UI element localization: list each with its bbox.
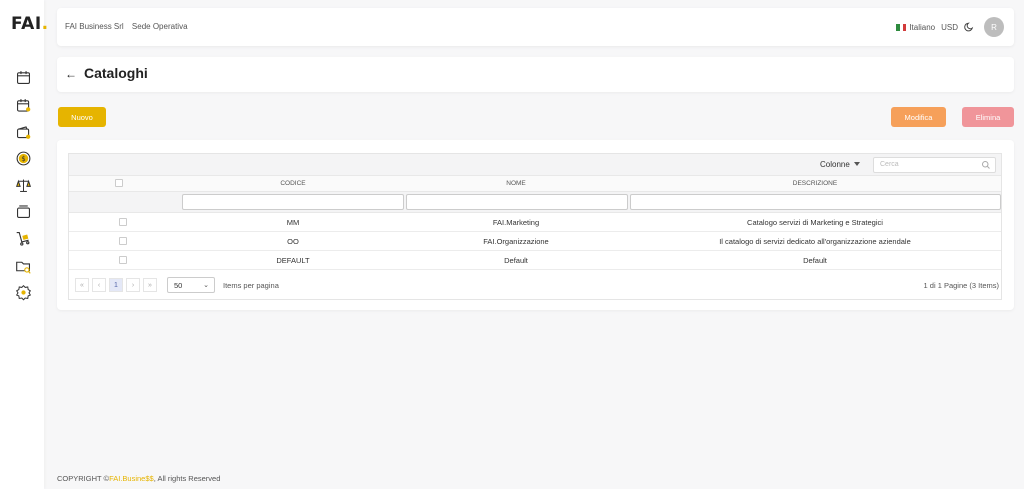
cell-name: FAI.Marketing bbox=[492, 218, 540, 227]
cell-code: DEFAULT bbox=[276, 256, 310, 265]
header-nome[interactable]: NOME bbox=[405, 180, 627, 187]
cell-description: Il catalogo di servizi dedicato all'orga… bbox=[719, 237, 911, 246]
wallet-icon[interactable] bbox=[15, 124, 32, 141]
last-page-button[interactable]: » bbox=[143, 278, 157, 292]
cell-description: Default bbox=[803, 256, 827, 265]
sidebar: FAI. $ bbox=[0, 0, 48, 489]
location-name[interactable]: Sede Operativa bbox=[132, 22, 188, 31]
svg-text:$: $ bbox=[21, 155, 25, 163]
cell-code: MM bbox=[286, 218, 300, 227]
caret-down-icon bbox=[853, 162, 860, 166]
chevron-down-icon: ⌄ bbox=[203, 282, 209, 289]
table-row[interactable]: DEFAULT Default Default bbox=[69, 251, 1001, 270]
user-avatar[interactable]: R bbox=[984, 17, 1004, 37]
table-row[interactable]: MM FAI.Marketing Catalogo servizi di Mar… bbox=[69, 213, 1001, 232]
back-arrow-icon[interactable]: ← bbox=[65, 67, 77, 81]
cell-description: Catalogo servizi di Marketing e Strategi… bbox=[747, 218, 883, 227]
page-1-button[interactable]: 1 bbox=[109, 278, 123, 292]
columns-dropdown[interactable]: Colonne bbox=[820, 160, 860, 169]
new-button[interactable]: Nuovo bbox=[58, 107, 106, 127]
breadcrumb: FAI Business Srl Sede Operativa bbox=[65, 22, 194, 31]
row-checkbox[interactable] bbox=[119, 218, 127, 226]
dark-mode-moon-icon[interactable] bbox=[964, 21, 975, 34]
prev-page-button[interactable]: ‹ bbox=[92, 278, 106, 292]
table-header: CODICE NOME DESCRIZIONE bbox=[69, 176, 1001, 192]
cell-name: Default bbox=[504, 256, 528, 265]
table-row[interactable]: OO FAI.Organizzazione Il catalogo di ser… bbox=[69, 232, 1001, 251]
currency-selector[interactable]: USD bbox=[941, 23, 958, 32]
page-title: Cataloghi bbox=[84, 65, 148, 81]
italy-flag-icon bbox=[896, 23, 907, 31]
page-header: ← Cataloghi bbox=[57, 57, 1014, 92]
pagination: « ‹ 1 › » 50 ⌄ Items per pagina 1 di 1 Pa… bbox=[69, 271, 1001, 299]
settings-icon[interactable] bbox=[15, 284, 32, 301]
footer-brand-link[interactable]: FAI.Busine$$ bbox=[109, 474, 154, 483]
filter-codice-input[interactable] bbox=[182, 194, 404, 210]
company-name[interactable]: FAI Business Srl bbox=[65, 22, 124, 31]
scale-icon[interactable] bbox=[15, 177, 32, 194]
first-page-button[interactable]: « bbox=[75, 278, 89, 292]
footer: COPYRIGHT ©FAI.Busine$$, All rights Rese… bbox=[57, 474, 221, 483]
cell-name: FAI.Organizzazione bbox=[483, 237, 549, 246]
language-selector[interactable]: Italiano bbox=[896, 23, 935, 32]
select-all-checkbox[interactable] bbox=[115, 179, 123, 187]
cart-icon[interactable] bbox=[15, 230, 32, 247]
row-checkbox[interactable] bbox=[119, 256, 127, 264]
grid-toolbar: Colonne Cerca bbox=[69, 154, 1001, 176]
top-bar: FAI Business Srl Sede Operativa Italiano… bbox=[57, 8, 1014, 46]
delete-button[interactable]: Elimina bbox=[962, 107, 1014, 127]
items-per-page-label: Items per pagina bbox=[223, 281, 279, 290]
header-codice[interactable]: CODICE bbox=[182, 180, 404, 187]
search-input[interactable]: Cerca bbox=[873, 157, 996, 173]
folder-search-icon[interactable] bbox=[15, 258, 32, 275]
catalog-grid: Colonne Cerca CODICE NOME DESCRIZIONE MM… bbox=[68, 153, 1002, 300]
search-placeholder: Cerca bbox=[880, 161, 899, 168]
app-logo[interactable]: FAI. bbox=[11, 13, 49, 35]
row-checkbox[interactable] bbox=[119, 237, 127, 245]
page-size-select[interactable]: 50 ⌄ bbox=[167, 277, 215, 293]
filter-row bbox=[69, 192, 1001, 213]
header-descrizione[interactable]: DESCRIZIONE bbox=[629, 180, 1001, 187]
next-page-button[interactable]: › bbox=[126, 278, 140, 292]
filter-nome-input[interactable] bbox=[406, 194, 628, 210]
pagination-info: 1 di 1 Pagine (3 Items) bbox=[923, 281, 999, 290]
calendar-icon[interactable] bbox=[15, 69, 32, 86]
dollar-coin-icon[interactable]: $ bbox=[15, 150, 32, 167]
filter-descrizione-input[interactable] bbox=[630, 194, 1001, 210]
calendar-user-icon[interactable] bbox=[15, 97, 32, 114]
stack-icon[interactable] bbox=[15, 203, 32, 220]
cell-code: OO bbox=[287, 237, 299, 246]
edit-button[interactable]: Modifica bbox=[891, 107, 946, 127]
search-icon bbox=[982, 161, 990, 169]
catalog-card: Colonne Cerca CODICE NOME DESCRIZIONE MM… bbox=[57, 140, 1014, 310]
